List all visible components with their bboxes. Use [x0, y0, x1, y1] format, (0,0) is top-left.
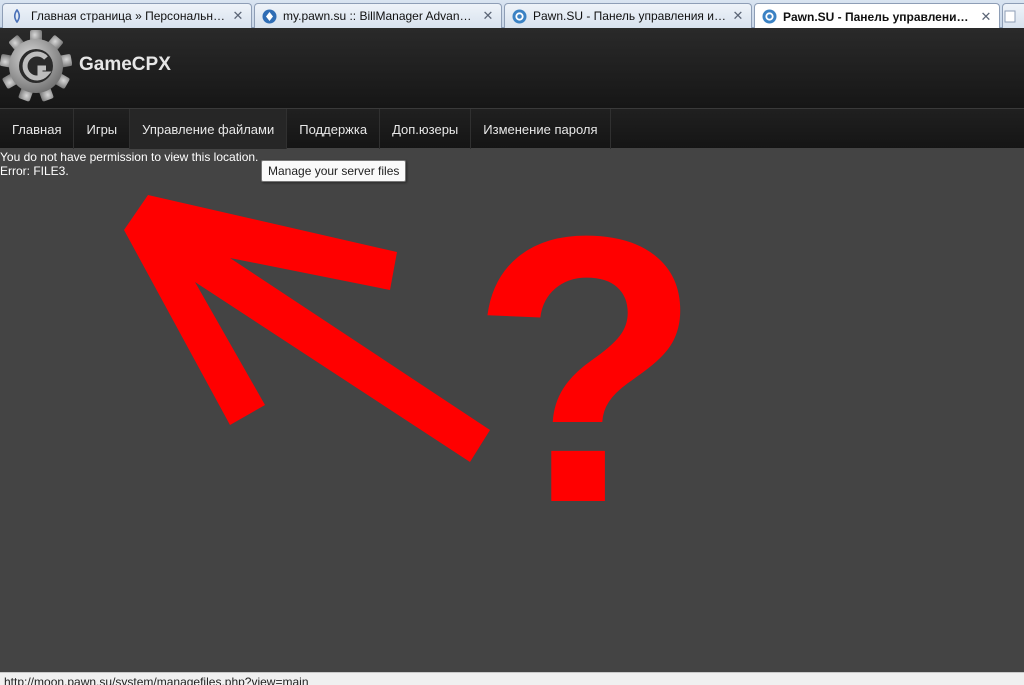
browser-tab-strip: Главная страница » Персональны... ✕ my.p…: [0, 0, 1024, 29]
new-tab-icon: [1004, 10, 1016, 23]
brand-name[interactable]: GameCPX: [79, 54, 171, 76]
close-tab-icon[interactable]: ✕: [979, 9, 993, 25]
browser-tab-1[interactable]: Главная страница » Персональны... ✕: [2, 3, 252, 28]
gamecpx-favicon-icon: [761, 9, 777, 25]
gamecpx-favicon-icon: [511, 8, 527, 24]
site-header: GameCPX: [0, 28, 1024, 108]
forum-favicon-icon: [9, 8, 25, 24]
gear-logo-icon[interactable]: [0, 30, 72, 102]
browser-tab-2[interactable]: my.pawn.su :: BillManager Advance... ✕: [254, 3, 502, 28]
close-tab-icon[interactable]: ✕: [731, 8, 745, 24]
nav-item-games[interactable]: Игры: [74, 109, 131, 149]
billmanager-favicon-icon: [261, 8, 277, 24]
nav-tooltip: Manage your server files: [261, 160, 407, 182]
permission-error-message: You do not have permission to view this …: [0, 150, 259, 164]
main-nav: Главная Игры Управление файлами Поддержк…: [0, 108, 1024, 149]
nav-item-change-password[interactable]: Изменение пароля: [471, 109, 611, 149]
browser-tab-3[interactable]: Pawn.SU - Панель управления игр... ✕: [504, 3, 752, 28]
nav-item-support[interactable]: Поддержка: [287, 109, 381, 149]
close-tab-icon[interactable]: ✕: [231, 8, 245, 24]
error-code: Error: FILE3.: [0, 164, 69, 178]
annotation-question-mark: ?: [470, 157, 703, 582]
browser-tab-4-active[interactable]: Pawn.SU - Панель управления и... ✕: [754, 3, 1000, 29]
browser-status-bar: http://moon.pawn.su/system/managefiles.p…: [0, 672, 1024, 685]
close-tab-icon[interactable]: ✕: [481, 8, 495, 24]
tab-title: Pawn.SU - Панель управления и...: [783, 9, 975, 24]
nav-item-file-manager[interactable]: Управление файлами: [130, 109, 288, 149]
tab-title: Pawn.SU - Панель управления игр...: [533, 9, 727, 23]
tab-title: my.pawn.su :: BillManager Advance...: [283, 9, 477, 23]
tab-title: Главная страница » Персональны...: [31, 9, 227, 23]
nav-item-home[interactable]: Главная: [0, 109, 75, 149]
new-tab-button[interactable]: [1002, 3, 1024, 28]
nav-item-subusers[interactable]: Доп.юзеры: [380, 109, 472, 149]
